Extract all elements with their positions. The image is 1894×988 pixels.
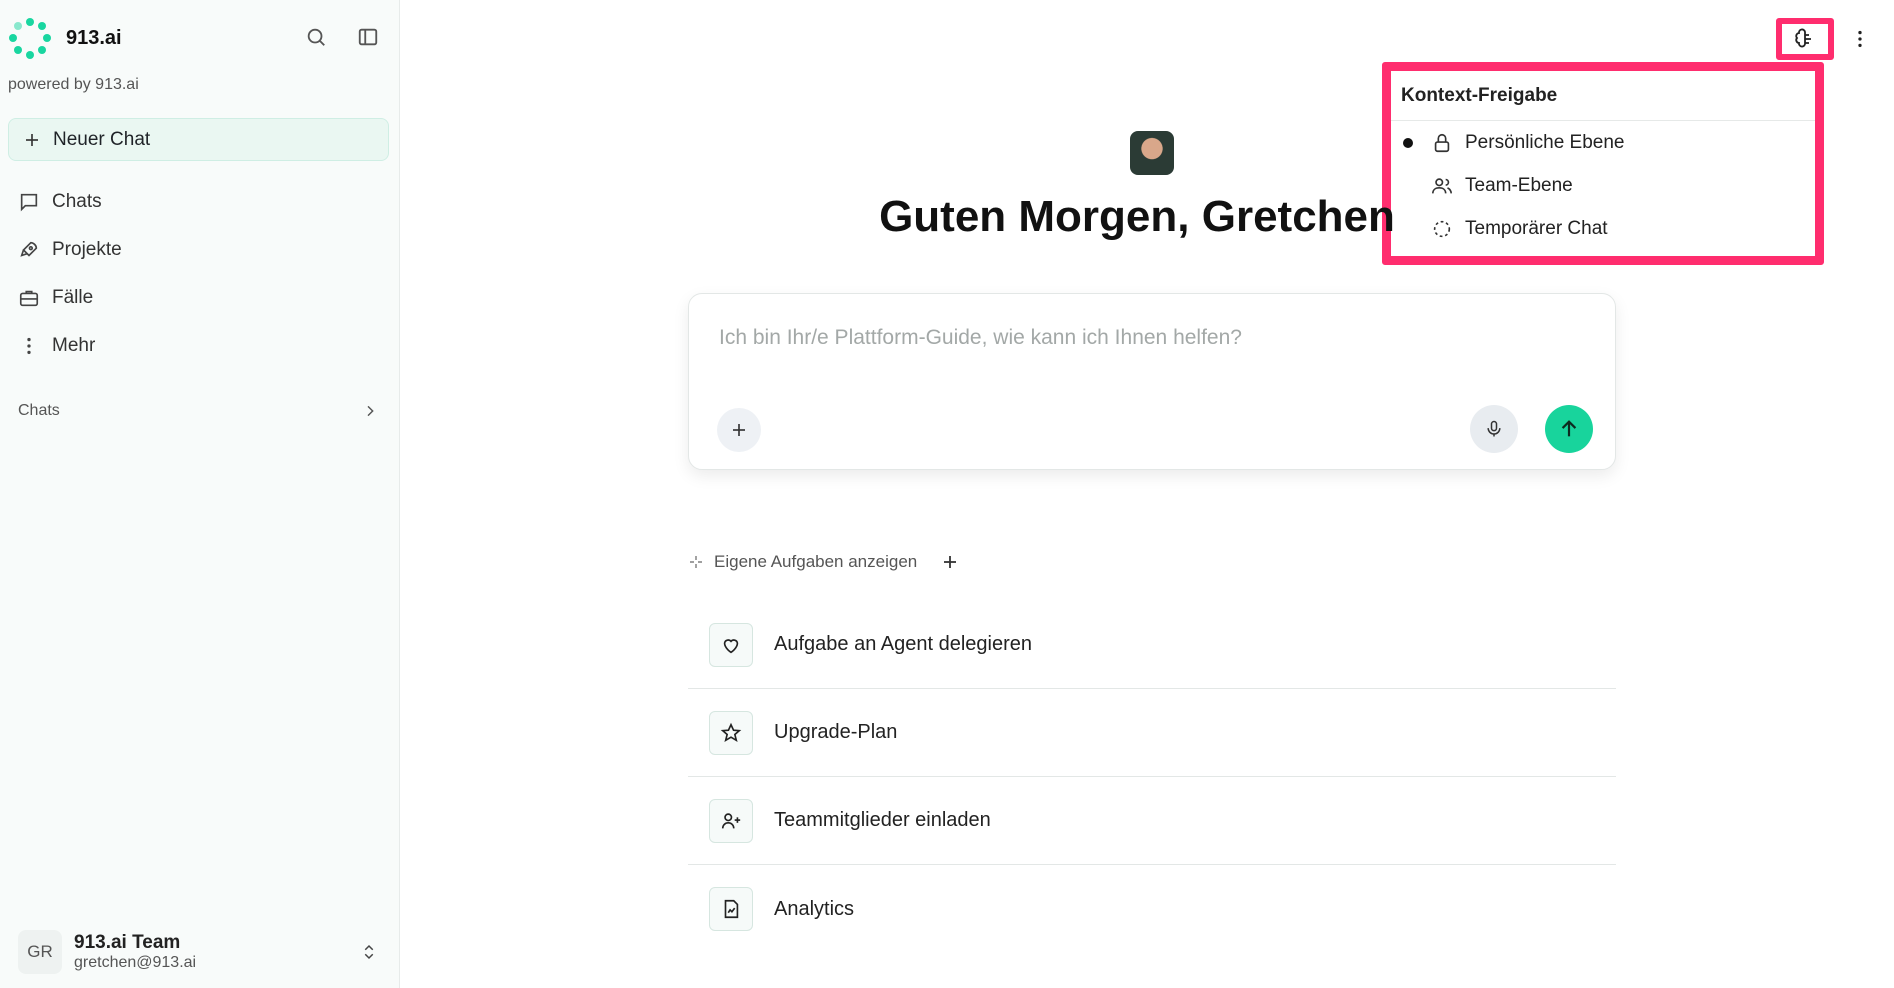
- menu-title: Kontext-Freigabe: [1391, 71, 1815, 121]
- user-name: 913.ai Team: [74, 932, 181, 953]
- powered-by-text: powered by 913.ai: [8, 76, 139, 93]
- search-icon: [307, 28, 325, 46]
- voice-input-button[interactable]: [1470, 405, 1518, 453]
- star-icon: [720, 722, 742, 742]
- sparkle-icon: [690, 556, 702, 568]
- plus-icon: [26, 133, 38, 146]
- chevron-right-icon: [367, 405, 374, 417]
- lock-icon: [1434, 133, 1450, 152]
- send-button[interactable]: [1545, 405, 1593, 453]
- more-options-button[interactable]: [1840, 18, 1880, 60]
- search-button[interactable]: [301, 22, 331, 52]
- context-sharing-button[interactable]: [1776, 18, 1834, 60]
- chat-bubble-icon: [20, 193, 38, 212]
- heart-icon: [723, 638, 739, 653]
- brand-name: 913.ai: [66, 26, 122, 49]
- task-label: Upgrade-Plan: [774, 721, 898, 743]
- task-invite-members[interactable]: Teammitglieder einladen: [688, 777, 1616, 865]
- sidebar-item-label: Chats: [52, 191, 102, 212]
- sidebar-panel-icon: [358, 28, 378, 46]
- arrow-up-icon: [1561, 420, 1577, 437]
- sidebar-item-label: Projekte: [52, 239, 122, 260]
- more-vertical-icon: [27, 337, 31, 355]
- task-label: Analytics: [774, 897, 855, 920]
- sidebar-item-label: Fälle: [52, 287, 94, 308]
- chats-section-toggle[interactable]: Chats: [18, 396, 378, 426]
- header-actions: [1776, 18, 1880, 60]
- greeting-title: Guten Morgen, Gretchen: [400, 192, 1894, 242]
- own-tasks-toggle[interactable]: Eigene Aufgaben anzeigen: [714, 552, 917, 572]
- microphone-icon: [1487, 420, 1501, 437]
- chevron-updown-icon: [364, 944, 374, 960]
- brand[interactable]: 913.ai: [8, 14, 122, 62]
- user-menu[interactable]: GR 913.ai Team gretchen@913.ai: [18, 926, 378, 978]
- add-task-icon[interactable]: [941, 553, 959, 571]
- greeting-text: Guten Morgen, Gretchen: [879, 192, 1395, 241]
- more-vertical-icon: [1858, 30, 1862, 48]
- task-analytics[interactable]: Analytics: [688, 865, 1616, 953]
- sidebar-top-actions: [301, 22, 383, 52]
- main-area: Kontext-Freigabe Persönliche Ebene Team-…: [400, 0, 1894, 988]
- new-chat-button[interactable]: Neuer Chat: [8, 118, 389, 161]
- attach-button[interactable]: [717, 408, 761, 452]
- selected-indicator: [1403, 137, 1413, 148]
- rocket-icon: [20, 241, 38, 257]
- sidebar-item-chats[interactable]: Chats: [18, 178, 122, 226]
- sidebar-item-label: Mehr: [52, 335, 96, 356]
- new-chat-label: Neuer Chat: [53, 128, 151, 150]
- brain-icon: [1795, 28, 1811, 48]
- own-tasks-header: Eigene Aufgaben anzeigen: [688, 552, 959, 572]
- task-label: Aufgabe an Agent delegieren: [774, 633, 1032, 655]
- avatar: GR: [18, 930, 62, 974]
- task-upgrade-plan[interactable]: Upgrade-Plan: [688, 689, 1616, 777]
- chat-composer: Ich bin Ihr/e Plattform-Guide, wie kann …: [688, 293, 1616, 470]
- user-email: gretchen@913.ai: [74, 954, 197, 971]
- task-delegate-agent[interactable]: Aufgabe an Agent delegieren: [688, 601, 1616, 689]
- logo-icon: [8, 16, 52, 60]
- menu-item-label: Persönliche Ebene: [1465, 131, 1625, 153]
- assistant-avatar: [1130, 131, 1174, 175]
- sidebar: 913.ai powered by 913.ai Neuer Chat Chat…: [0, 0, 400, 988]
- task-label: Teammitglieder einladen: [774, 809, 991, 831]
- task-list: Aufgabe an Agent delegieren Upgrade-Plan…: [688, 601, 1616, 953]
- sidebar-nav: Chats Projekte Fälle Mehr: [18, 178, 122, 370]
- sidebar-item-faelle[interactable]: Fälle: [18, 274, 122, 322]
- plus-icon: [733, 424, 745, 436]
- chat-input[interactable]: Ich bin Ihr/e Plattform-Guide, wie kann …: [719, 326, 1242, 350]
- sidebar-item-mehr[interactable]: Mehr: [18, 322, 122, 370]
- menu-item-personal-level[interactable]: Persönliche Ebene: [1391, 121, 1815, 164]
- toggle-sidebar-button[interactable]: [353, 22, 383, 52]
- file-chart-icon: [724, 899, 739, 919]
- briefcase-icon: [19, 290, 39, 307]
- user-plus-icon: [721, 812, 741, 828]
- section-label: Chats: [18, 402, 60, 419]
- sidebar-item-projekte[interactable]: Projekte: [18, 226, 122, 274]
